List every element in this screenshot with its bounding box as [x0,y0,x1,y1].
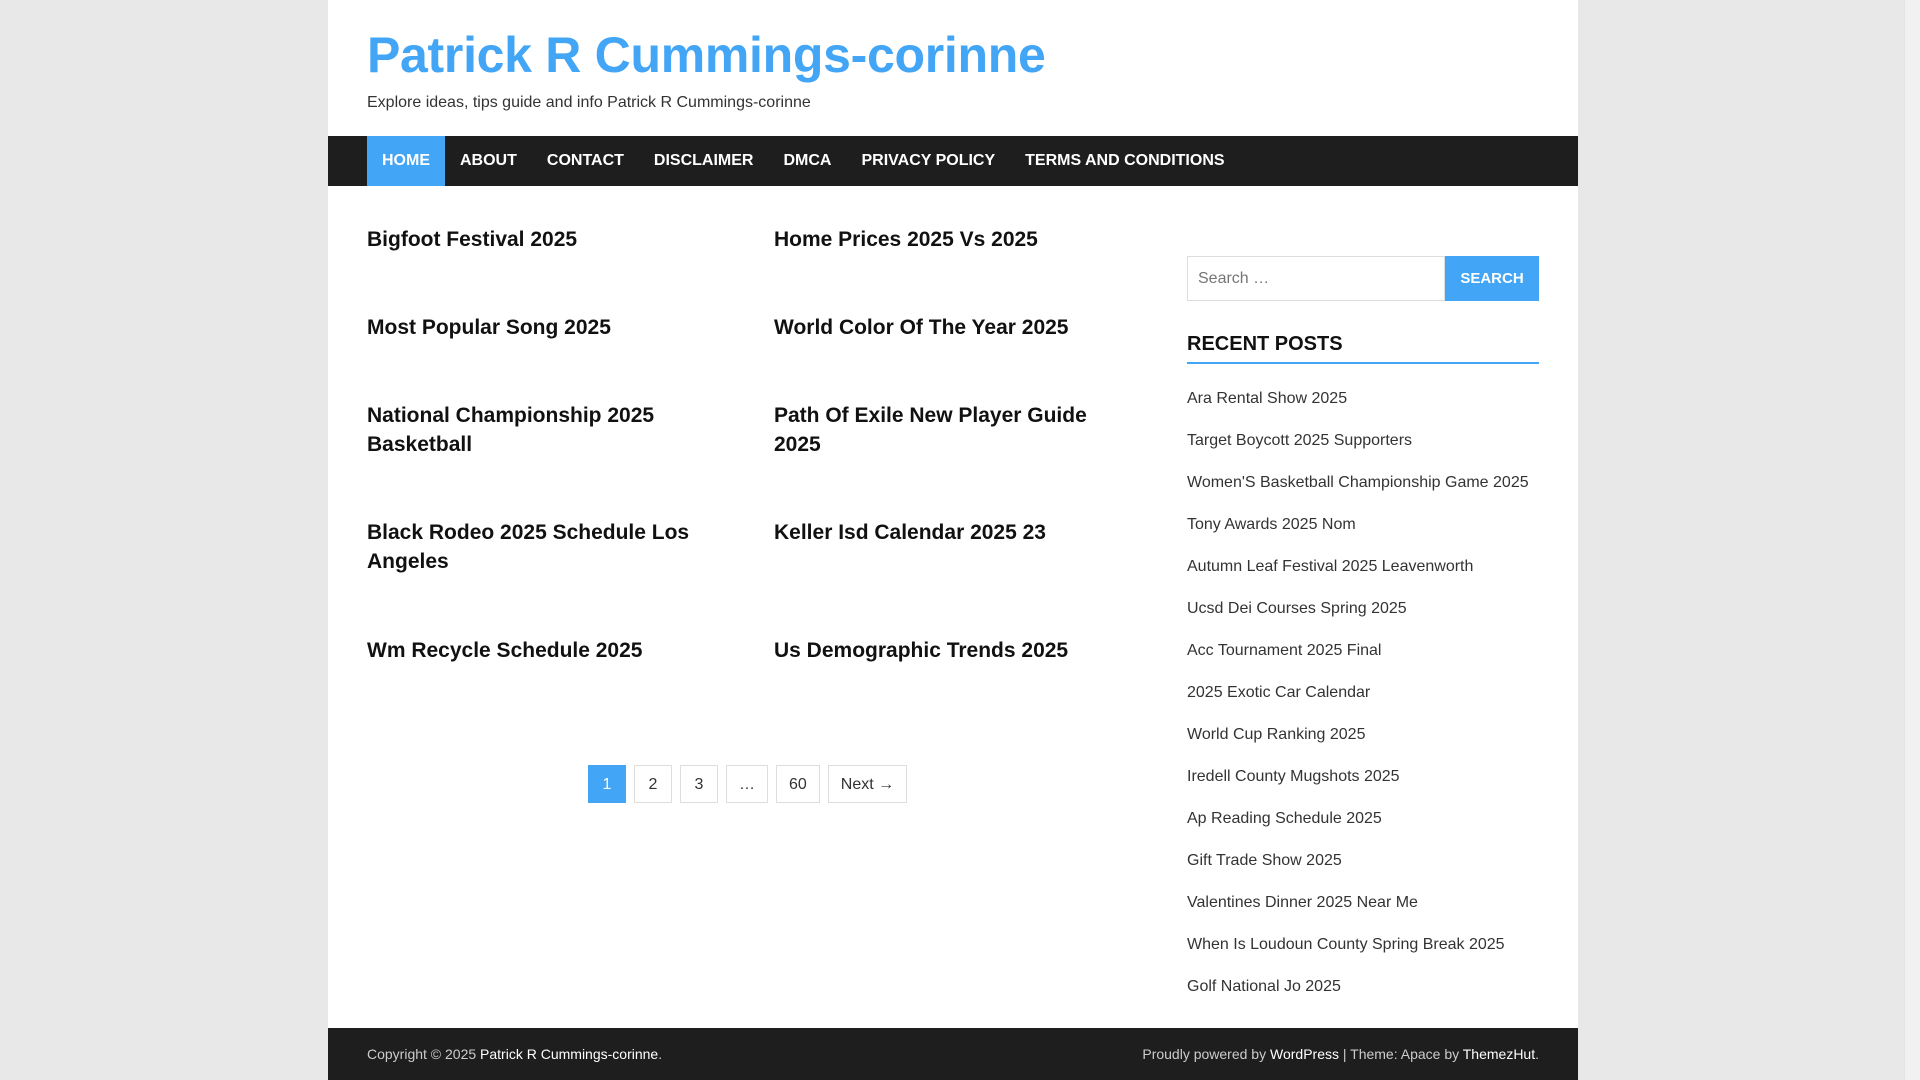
post-title[interactable]: Black Rodeo 2025 Schedule Los Angeles [367,518,727,576]
search-input[interactable] [1187,256,1445,301]
page-1-current: 1 [588,765,626,803]
recent-post-link[interactable]: Ara Rental Show 2025 [1187,378,1539,420]
main-navigation: HOME ABOUT CONTACT DISCLAIMER DMCA PRIVA… [328,136,1578,186]
nav-item-disclaimer[interactable]: DISCLAIMER [639,136,769,186]
next-page-link[interactable]: Next → [827,765,908,803]
copyright-suffix: . [658,1046,663,1062]
nav-item-home[interactable]: HOME [367,136,445,186]
theme-suffix: . [1535,1046,1539,1062]
nav-item-terms[interactable]: TERMS AND CONDITIONS [1010,136,1239,186]
site-footer: Copyright © 2025 Patrick R Cummings-cori… [328,1028,1578,1080]
recent-post-link[interactable]: Acc Tournament 2025 Final [1187,630,1539,672]
footer-site-link[interactable]: Patrick R Cummings-corinne [480,1046,658,1062]
nav-item-dmca[interactable]: DMCA [768,136,846,186]
recent-post-link[interactable]: Ucsd Dei Courses Spring 2025 [1187,588,1539,630]
page-container: Patrick R Cummings-corinne Explore ideas… [328,0,1578,1080]
recent-post-link[interactable]: 2025 Exotic Car Calendar [1187,672,1539,714]
post-title[interactable]: Us Demographic Trends 2025 [774,636,1134,665]
site-title[interactable]: Patrick R Cummings-corinne [367,26,1046,84]
recent-post-link[interactable]: Golf National Jo 2025 [1187,966,1539,1008]
page-60-link[interactable]: 60 [776,765,820,803]
site-description: Explore ideas, tips guide and info Patri… [367,94,811,111]
nav-item-privacy-policy[interactable]: PRIVACY POLICY [846,136,1010,186]
recent-post-link[interactable]: Valentines Dinner 2025 Near Me [1187,882,1539,924]
post-title[interactable]: Most Popular Song 2025 [367,313,727,342]
recent-post-link[interactable]: Gift Trade Show 2025 [1187,840,1539,882]
page-2-link[interactable]: 2 [634,765,672,803]
pagination: 1 2 3 … 60 Next → [588,765,915,803]
recent-post-link[interactable]: Target Boycott 2025 Supporters [1187,420,1539,462]
theme-text: | Theme: Apace by [1338,1046,1463,1062]
recent-post-link[interactable]: Autumn Leaf Festival 2025 Leavenworth [1187,546,1539,588]
recent-post-link[interactable]: Women'S Basketball Championship Game 202… [1187,462,1539,504]
recent-post-link[interactable]: Tony Awards 2025 Nom [1187,504,1539,546]
nav-item-contact[interactable]: CONTACT [532,136,639,186]
post-title[interactable]: Path Of Exile New Player Guide 2025 [774,401,1134,459]
themezhut-link[interactable]: ThemezHut [1463,1046,1535,1062]
recent-post-link[interactable]: World Cup Ranking 2025 [1187,714,1539,756]
sidebar: SEARCH RECENT POSTS Ara Rental Show 2025… [1187,256,1539,1008]
page-scrollbar[interactable] [1904,0,1920,1080]
post-title[interactable]: World Color Of The Year 2025 [774,313,1134,342]
recent-post-link[interactable]: Iredell County Mugshots 2025 [1187,756,1539,798]
search-form: SEARCH [1187,256,1539,301]
recent-post-link[interactable]: Ap Reading Schedule 2025 [1187,798,1539,840]
search-button[interactable]: SEARCH [1445,256,1539,301]
post-title[interactable]: Bigfoot Festival 2025 [367,225,727,254]
post-title[interactable]: Home Prices 2025 Vs 2025 [774,225,1134,254]
page-ellipsis: … [726,765,768,803]
post-title[interactable]: Keller Isd Calendar 2025 23 [774,518,1134,547]
recent-post-link[interactable]: When Is Loudoun County Spring Break 2025 [1187,924,1539,966]
nav-item-about[interactable]: ABOUT [445,136,532,186]
recent-posts-list: Ara Rental Show 2025 Target Boycott 2025… [1187,378,1539,1008]
powered-prefix: Proudly powered by [1142,1046,1270,1062]
footer-copyright: Copyright © 2025 Patrick R Cummings-cori… [367,1046,662,1062]
wordpress-link[interactable]: WordPress [1270,1046,1339,1062]
recent-posts-heading: RECENT POSTS [1187,333,1539,364]
footer-credits: Proudly powered by WordPress | Theme: Ap… [1142,1046,1539,1062]
post-title[interactable]: National Championship 2025 Basketball [367,401,727,459]
page-3-link[interactable]: 3 [680,765,718,803]
post-title[interactable]: Wm Recycle Schedule 2025 [367,636,727,665]
copyright-prefix: Copyright © 2025 [367,1046,481,1062]
